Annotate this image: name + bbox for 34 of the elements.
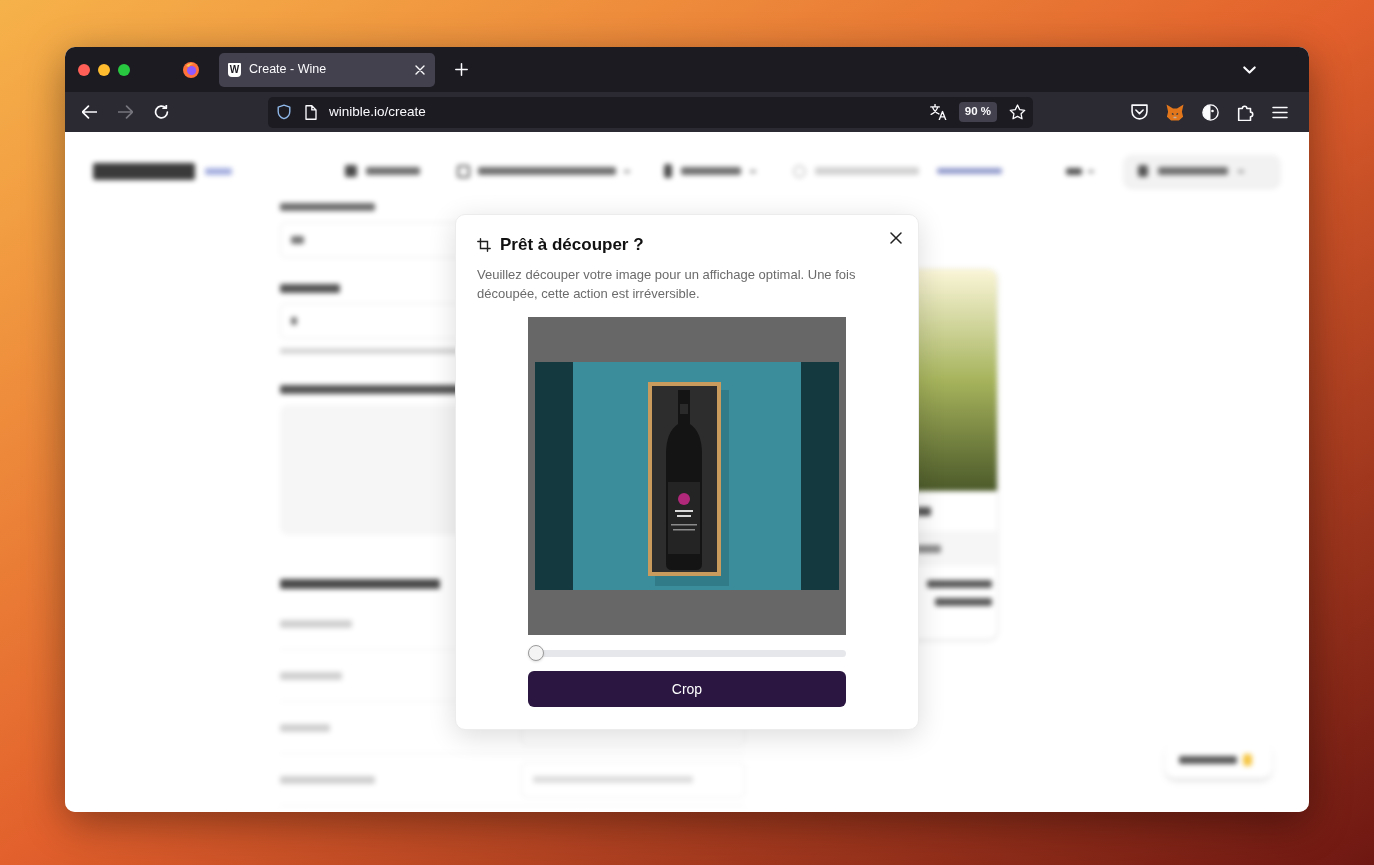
browser-tab[interactable]: W Create - Wine	[219, 52, 435, 87]
back-arrow-icon	[81, 105, 97, 119]
translate-icon[interactable]	[929, 104, 947, 120]
close-button[interactable]	[889, 231, 903, 245]
shield-icon[interactable]	[277, 104, 291, 120]
close-icon	[415, 64, 425, 75]
url-text[interactable]: winible.io/create	[329, 101, 426, 123]
puzzle-icon[interactable]	[1237, 103, 1254, 121]
page-icon[interactable]	[305, 104, 317, 120]
crop-icon	[477, 238, 491, 252]
slider-thumb[interactable]	[528, 645, 544, 661]
star-icon[interactable]	[1009, 104, 1026, 120]
dialog-title: Prêt à découper ?	[500, 234, 644, 257]
window-zoom-button[interactable]	[118, 63, 130, 76]
forward-arrow-icon	[117, 105, 133, 119]
zoom-slider[interactable]	[528, 645, 846, 661]
chevron-down-icon	[1242, 65, 1256, 74]
dialog-description: Veuillez découper votre image pour un affichage optimal. Une fois découpée, cette action est irréversible.	[477, 266, 857, 303]
plus-icon	[454, 63, 468, 76]
address-bar[interactable]: winible.io/create 90 %	[268, 96, 1033, 128]
half-circle-icon[interactable]	[1202, 103, 1219, 121]
crop-button[interactable]: Crop	[528, 671, 846, 707]
window-close-button[interactable]	[78, 63, 90, 76]
pouch-icon[interactable]	[1131, 104, 1148, 120]
zoom-level-badge[interactable]: 90 %	[958, 102, 997, 122]
tab-title: Create - Wine	[249, 61, 327, 79]
favicon: W	[228, 62, 241, 77]
menu-icon[interactable]	[1272, 105, 1288, 119]
reload-icon	[153, 105, 169, 119]
close-icon	[890, 232, 902, 244]
fox-icon[interactable]	[1166, 103, 1184, 121]
browser-logo-icon[interactable]	[183, 61, 199, 78]
crop-canvas[interactable]	[528, 317, 846, 635]
window-minimize-button[interactable]	[98, 63, 110, 76]
